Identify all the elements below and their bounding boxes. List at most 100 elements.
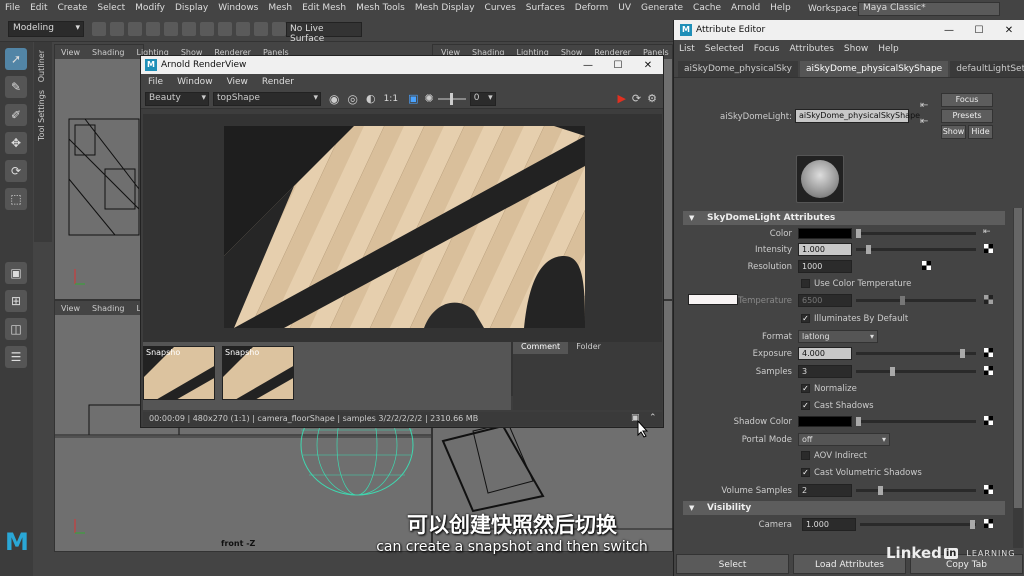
- minimize-icon[interactable]: —: [573, 60, 603, 71]
- collapse-icon[interactable]: ⌃: [649, 413, 657, 423]
- aov-indirect-checkbox[interactable]: [801, 451, 810, 460]
- menu-mesh-tools[interactable]: Mesh Tools: [351, 3, 410, 13]
- viewport-top-left[interactable]: View Shading Lighting Show Renderer Panels: [54, 44, 289, 300]
- focus-node-icon[interactable]: ⇤: [920, 100, 928, 111]
- outliner-tab[interactable]: Outliner: [37, 50, 46, 82]
- workspace-selector[interactable]: Maya Classic*: [858, 2, 1000, 16]
- menu-display[interactable]: Display: [170, 3, 213, 13]
- light-swatch-preview[interactable]: [796, 155, 844, 203]
- menu-generate[interactable]: Generate: [636, 3, 688, 13]
- aov-selector[interactable]: Beauty: [145, 91, 209, 106]
- exposure-slider[interactable]: [437, 92, 466, 105]
- menu-edit-mesh[interactable]: Edit Mesh: [297, 3, 351, 13]
- close-icon[interactable]: ✕: [994, 25, 1024, 36]
- ae-menu-focus[interactable]: Focus: [749, 44, 785, 54]
- tab-physical-sky-shape[interactable]: aiSkyDome_physicalSkyShape: [800, 61, 949, 77]
- menu-mesh-display[interactable]: Mesh Display: [410, 3, 480, 13]
- presets-node-icon[interactable]: ⇤: [920, 116, 928, 127]
- volume-samples-map-icon[interactable]: [984, 485, 993, 494]
- folder-open-icon[interactable]: [110, 21, 124, 36]
- channel-icon[interactable]: ◐: [366, 92, 376, 105]
- focus-button[interactable]: Focus: [941, 93, 993, 107]
- rv-menu-file[interactable]: File: [141, 77, 170, 87]
- vp3-menu-shading[interactable]: Shading: [86, 304, 131, 313]
- menu-surfaces[interactable]: Surfaces: [521, 3, 570, 13]
- save-icon[interactable]: [128, 21, 142, 36]
- intensity-slider[interactable]: [856, 245, 976, 254]
- undo-icon[interactable]: [146, 21, 160, 36]
- exposure-icon[interactable]: ✺: [424, 92, 433, 105]
- ae-menu-help[interactable]: Help: [873, 44, 904, 54]
- tab-physical-sky[interactable]: aiSkyDome_physicalSky: [678, 61, 799, 77]
- camera-selector[interactable]: topShape: [213, 91, 321, 106]
- lasso-tool-icon[interactable]: ✎: [5, 76, 27, 98]
- section-skydome-attributes[interactable]: SkyDomeLight Attributes: [683, 211, 1005, 225]
- presets-button[interactable]: Presets: [941, 109, 993, 123]
- menu-curves[interactable]: Curves: [480, 3, 521, 13]
- snapshot-thumb-1[interactable]: Snapsho: [143, 346, 215, 400]
- minimize-icon[interactable]: —: [934, 25, 964, 36]
- maximize-icon[interactable]: ☐: [964, 25, 994, 36]
- select-component-icon[interactable]: [218, 21, 232, 36]
- menu-file[interactable]: File: [0, 3, 25, 13]
- menu-mesh[interactable]: Mesh: [263, 3, 297, 13]
- scale-tool-icon[interactable]: ⬚: [5, 188, 27, 210]
- attr-editor-titlebar[interactable]: M Attribute Editor — ☐ ✕: [674, 20, 1024, 40]
- ae-menu-selected[interactable]: Selected: [700, 44, 749, 54]
- settings-gear-icon[interactable]: ⚙: [647, 92, 657, 105]
- select-button[interactable]: Select: [676, 554, 789, 574]
- ae-menu-list[interactable]: List: [674, 44, 700, 54]
- samples-map-icon[interactable]: [984, 366, 993, 375]
- volume-samples-slider[interactable]: [856, 486, 976, 495]
- illuminates-default-checkbox[interactable]: ✓: [801, 314, 810, 323]
- select-object-icon[interactable]: [200, 21, 214, 36]
- rv-menu-window[interactable]: Window: [170, 77, 220, 87]
- close-icon[interactable]: ✕: [633, 60, 663, 71]
- arnold-renderview-window[interactable]: M Arnold RenderView — ☐ ✕ File Window View…: [140, 55, 664, 428]
- maximize-icon[interactable]: ☐: [603, 60, 633, 71]
- ae-menu-attributes[interactable]: Attributes: [784, 44, 838, 54]
- exposure-field[interactable]: 4.000: [798, 347, 852, 360]
- paint-select-icon[interactable]: ✐: [5, 104, 27, 126]
- rv-menu-render[interactable]: Render: [255, 77, 301, 87]
- snap-grid-icon[interactable]: [254, 21, 268, 36]
- move-tool-icon[interactable]: ✥: [5, 132, 27, 154]
- use-color-temp-checkbox[interactable]: [801, 279, 810, 288]
- color-slider[interactable]: [856, 229, 976, 238]
- samples-slider[interactable]: [856, 367, 976, 376]
- tab-default-light-set[interactable]: defaultLightSet: [950, 61, 1024, 77]
- rv-menu-view[interactable]: View: [220, 77, 255, 87]
- shadow-color-slider[interactable]: [856, 417, 976, 426]
- layout-four-icon[interactable]: ⊞: [5, 290, 27, 312]
- ratio-label[interactable]: 1:1: [384, 94, 398, 104]
- menu-help[interactable]: Help: [765, 3, 796, 13]
- refresh-icon[interactable]: ⟳: [632, 92, 641, 105]
- resolution-map-icon[interactable]: [922, 261, 931, 270]
- shadow-color-map-icon[interactable]: [984, 416, 993, 425]
- intensity-field[interactable]: 1.000: [798, 243, 852, 256]
- magnet-icon[interactable]: [236, 21, 250, 36]
- layout-two-icon[interactable]: ◫: [5, 318, 27, 340]
- menu-uv[interactable]: UV: [613, 3, 636, 13]
- mode-selector[interactable]: Modeling: [8, 20, 84, 37]
- color-swatch[interactable]: [798, 228, 852, 239]
- volume-samples-field[interactable]: 2: [798, 484, 852, 497]
- exposure-field[interactable]: 0: [469, 91, 496, 106]
- hide-button[interactable]: Hide: [968, 125, 993, 139]
- portal-mode-dropdown[interactable]: off: [798, 433, 890, 446]
- color-map-icon[interactable]: ⇤: [983, 227, 991, 237]
- region-icon[interactable]: ◉: [329, 92, 339, 106]
- cast-shadows-checkbox[interactable]: ✓: [801, 401, 810, 410]
- tab-comment[interactable]: Comment: [513, 342, 569, 354]
- live-surface-field[interactable]: No Live Surface: [286, 22, 362, 44]
- samples-field[interactable]: 3: [798, 365, 852, 378]
- vp1-menu-view[interactable]: View: [55, 48, 86, 57]
- frame-icon[interactable]: ▣: [408, 92, 418, 105]
- shadow-color-swatch[interactable]: [798, 416, 852, 427]
- menu-windows[interactable]: Windows: [213, 3, 263, 13]
- menu-arnold[interactable]: Arnold: [726, 3, 765, 13]
- vp1-menu-shading[interactable]: Shading: [86, 48, 131, 57]
- select-tool-icon[interactable]: ➚: [5, 48, 27, 70]
- select-hierarchy-icon[interactable]: [182, 21, 196, 36]
- render-stop-icon[interactable]: ▶: [617, 92, 625, 105]
